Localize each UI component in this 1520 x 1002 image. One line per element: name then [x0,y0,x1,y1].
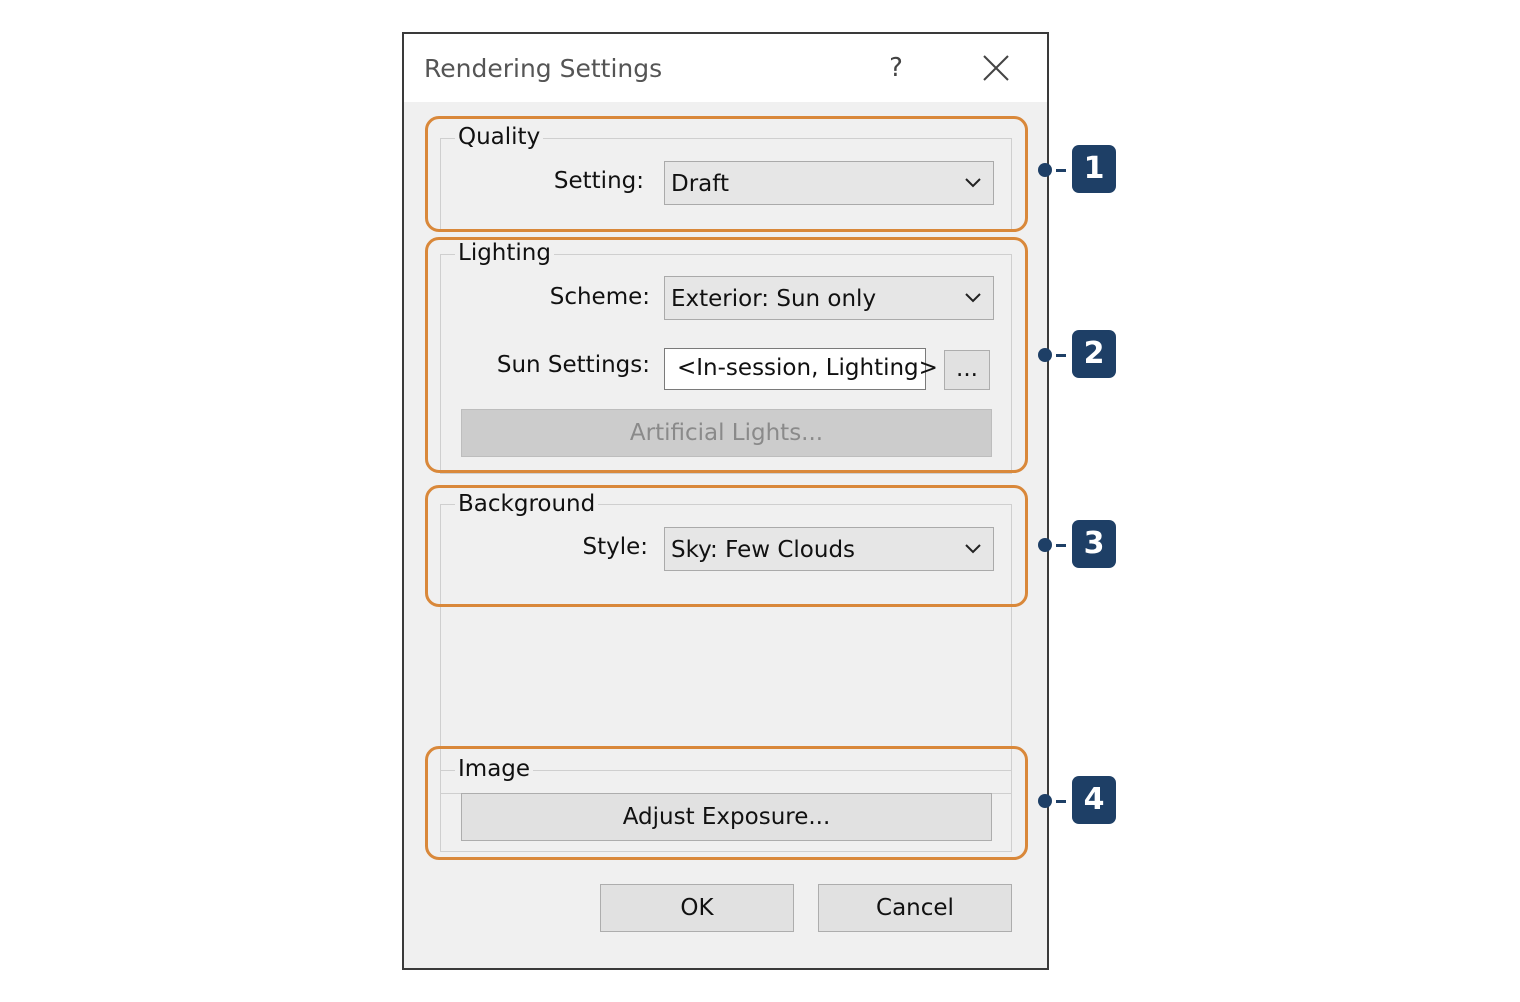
close-icon [983,55,1009,81]
callout-badge: 1 [1072,145,1116,193]
callout-dot [1038,794,1052,808]
image-highlight [425,746,1028,860]
dialog-title: Rendering Settings [424,54,663,83]
title-bar: Rendering Settings ? [404,34,1047,102]
cancel-button[interactable]: Cancel [818,884,1012,932]
ok-button[interactable]: OK [600,884,794,932]
callout-connector [1056,354,1066,357]
help-button[interactable]: ? [874,48,918,88]
callout-badge: 2 [1072,330,1116,378]
callout-dot [1038,163,1052,177]
callout-4: 4 [1038,776,1118,826]
callout-dot [1038,348,1052,362]
callout-dot [1038,538,1052,552]
close-button[interactable] [974,48,1018,88]
background-highlight [425,485,1028,607]
lighting-highlight [425,237,1028,473]
callout-2: 2 [1038,330,1118,380]
callout-badge: 4 [1072,776,1116,824]
callout-3: 3 [1038,520,1118,570]
callout-connector [1056,800,1066,803]
callout-connector [1056,544,1066,547]
callout-badge: 3 [1072,520,1116,568]
quality-highlight [425,116,1028,232]
callout-1: 1 [1038,145,1118,195]
callout-connector [1056,169,1066,172]
